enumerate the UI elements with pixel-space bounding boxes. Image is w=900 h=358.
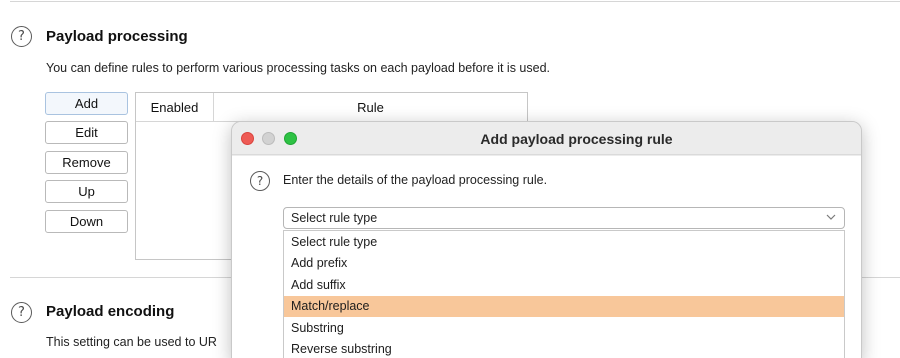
column-header-rule[interactable]: Rule [214,93,527,122]
option-add-prefix[interactable]: Add prefix [284,253,844,275]
column-header-enabled[interactable]: Enabled [136,93,214,122]
payload-encoding-description: This setting can be used to UR [46,335,217,349]
rule-type-select-value: Select rule type [291,211,378,225]
top-divider [10,1,900,2]
table-header: Enabled Rule [136,93,527,122]
help-icon[interactable]: ? [250,171,270,191]
dialog-description: Enter the details of the payload process… [283,173,548,187]
chevron-down-icon [826,214,836,220]
option-substring[interactable]: Substring [284,317,844,339]
option-match-replace[interactable]: Match/replace [284,295,844,317]
remove-button[interactable]: Remove [45,151,128,174]
add-payload-processing-rule-dialog: Add payload processing rule ? Enter the … [231,121,862,358]
payload-processing-description: You can define rules to perform various … [46,61,550,75]
up-button[interactable]: Up [45,180,128,203]
option-add-suffix[interactable]: Add suffix [284,274,844,296]
section-title-payload-processing: Payload processing [46,28,188,45]
add-button[interactable]: Add [45,92,128,115]
dialog-titlebar: Add payload processing rule [232,122,861,155]
help-icon[interactable]: ? [11,302,32,323]
edit-button[interactable]: Edit [45,121,128,144]
down-button[interactable]: Down [45,210,128,233]
dialog-title: Add payload processing rule [480,130,673,147]
rule-type-select[interactable]: Select rule type [283,207,845,229]
section-title-payload-encoding: Payload encoding [46,303,175,320]
dialog-body: ? Enter the details of the payload proce… [232,156,861,358]
option-select-rule-type[interactable]: Select rule type [284,231,844,253]
rule-type-dropdown-list: Select rule type Add prefix Add suffix M… [283,230,845,358]
option-reverse-substring[interactable]: Reverse substring [284,339,844,358]
intruder-payloads-panel: ? Payload processing You can define rule… [0,0,900,358]
help-icon[interactable]: ? [11,26,32,47]
